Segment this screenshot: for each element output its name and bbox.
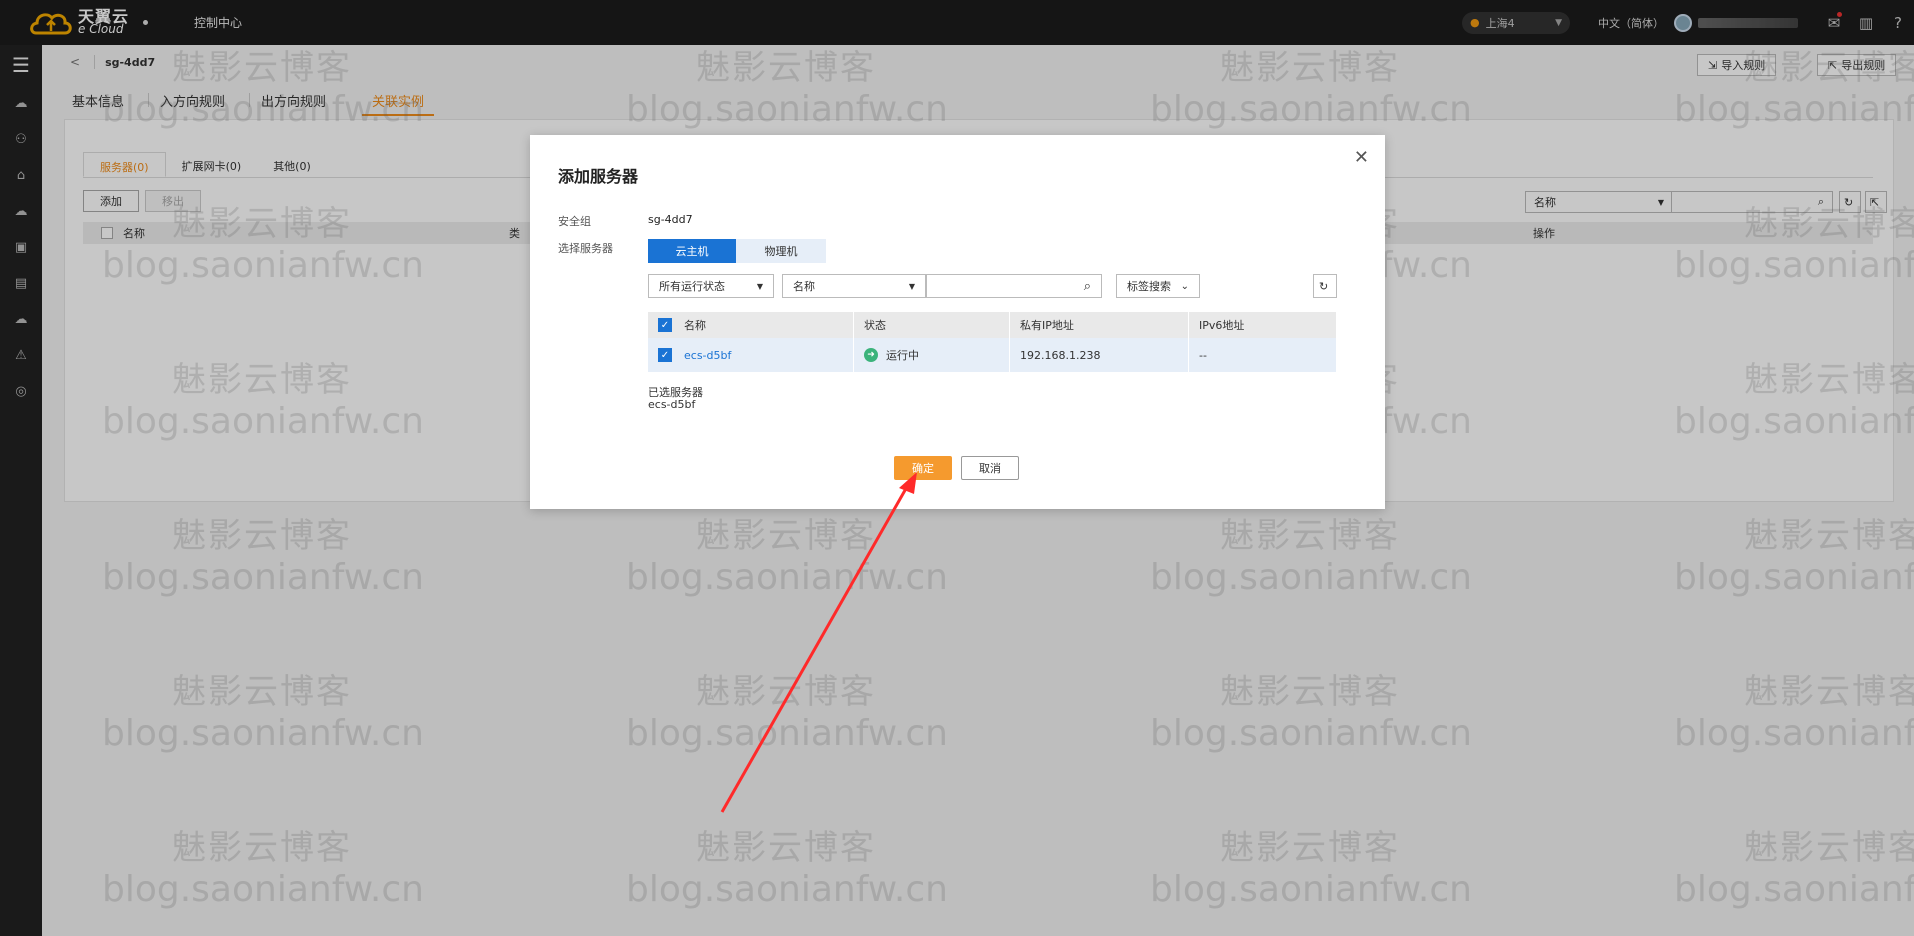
dialog-title: 添加服务器 bbox=[558, 167, 639, 186]
running-status-icon: ➜ bbox=[864, 348, 878, 362]
add-server-dialog: 添加服务器 ✕ 安全组 sg-4dd7 选择服务器 云主机 物理机 所有运行状态… bbox=[530, 135, 1385, 509]
chevron-down-icon: ▼ bbox=[756, 281, 763, 291]
server-table-header: ✓ 名称 状态 私有IP地址 IPv6地址 bbox=[648, 312, 1337, 338]
selected-servers-value: ecs-d5bf bbox=[648, 398, 696, 411]
seg-physical[interactable]: 物理机 bbox=[736, 239, 826, 263]
double-chevron-down-icon: ⌄ bbox=[1180, 280, 1189, 292]
cancel-button[interactable]: 取消 bbox=[961, 456, 1019, 480]
row-checkbox[interactable]: ✓ bbox=[658, 348, 672, 362]
table-row[interactable]: ✓ ecs-d5bf ➜ 运行中 192.168.1.238 -- bbox=[648, 338, 1337, 372]
tag-search-button[interactable]: 标签搜索 ⌄ bbox=[1116, 274, 1200, 298]
refresh-icon: ↻ bbox=[1319, 279, 1329, 293]
name-filter-select[interactable]: 名称 ▼ bbox=[782, 274, 926, 298]
security-group-label: 安全组 bbox=[558, 215, 591, 228]
server-type-switch: 云主机 物理机 bbox=[648, 239, 826, 263]
search-icon[interactable]: ⌕ bbox=[1084, 279, 1091, 294]
chevron-down-icon: ▼ bbox=[908, 281, 915, 291]
confirm-button[interactable]: 确定 bbox=[894, 456, 952, 480]
close-icon[interactable]: ✕ bbox=[1354, 147, 1369, 168]
server-name-link[interactable]: ecs-d5bf bbox=[684, 349, 731, 362]
refresh-button[interactable]: ↻ bbox=[1313, 274, 1337, 298]
status-filter-select[interactable]: 所有运行状态 ▼ bbox=[648, 274, 774, 298]
server-table: ✓ 名称 状态 私有IP地址 IPv6地址 ✓ ecs-d5bf ➜ 运行中 1… bbox=[648, 312, 1337, 372]
security-group-value: sg-4dd7 bbox=[648, 213, 693, 226]
select-server-label: 选择服务器 bbox=[558, 242, 613, 255]
select-all-checkbox[interactable]: ✓ bbox=[658, 318, 672, 332]
search-input[interactable]: ⌕ bbox=[926, 274, 1102, 298]
seg-vm[interactable]: 云主机 bbox=[648, 239, 736, 263]
